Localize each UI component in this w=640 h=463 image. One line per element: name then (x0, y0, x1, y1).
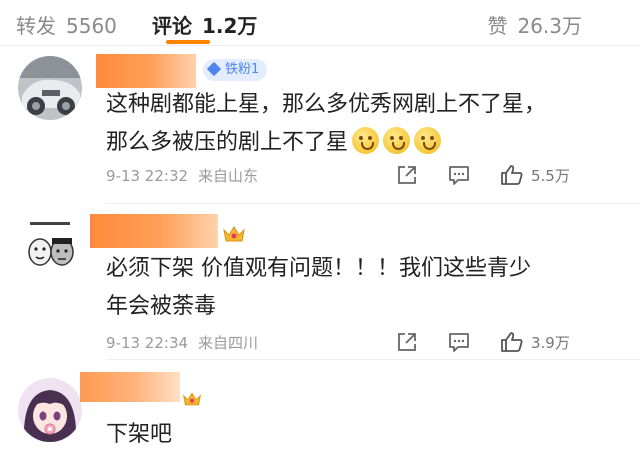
username-redacted[interactable] (90, 214, 218, 248)
comment-time: 9-13 22:34 (106, 334, 189, 352)
fan-badge: 铁粉1 (203, 59, 268, 81)
tab-repost-label: 转发 (16, 14, 56, 38)
comment-text: 这种剧都能上星，那么多优秀网剧上不了星， 那么多被压的剧上不了星 (106, 86, 586, 162)
username-redacted[interactable] (96, 54, 196, 88)
thumbs-up-icon[interactable] (500, 330, 524, 354)
comment-item: 必须下架 价值观有问题！！！我们这些青少 年会被荼毒 9-13 22:34 来自四… (0, 204, 640, 360)
avatar[interactable] (18, 378, 82, 442)
tab-repost[interactable]: 转发 5560 (16, 10, 117, 39)
avatar-meme-image (18, 214, 82, 278)
tab-like-label: 赞 (487, 14, 508, 38)
comment-item: 铁粉1 这种剧都能上星，那么多优秀网剧上不了星， 那么多被压的剧上不了星 9-1… (0, 46, 640, 204)
crown-icon (223, 226, 245, 242)
reply-icon[interactable] (448, 164, 470, 186)
comment-text-line: 下架吧 (106, 422, 173, 447)
avatar[interactable] (18, 56, 82, 120)
grin-emoji-icon (414, 127, 442, 154)
tab-comment[interactable]: 评论 1.2万 (152, 10, 257, 39)
comment-location: 来自山东 (198, 167, 259, 185)
comment-text: 下架吧 (106, 416, 586, 454)
grin-emoji-icon (352, 127, 380, 154)
username-redacted[interactable] (80, 372, 180, 402)
tab-comment-count: 1.2万 (202, 14, 258, 38)
like-count: 5.5万 (531, 167, 570, 185)
fan-badge-label: 铁粉1 (225, 62, 260, 77)
like-count: 3.9万 (531, 334, 570, 352)
tab-repost-count: 5560 (66, 14, 117, 38)
share-icon[interactable] (396, 164, 418, 186)
comment-time: 9-13 22:32 (106, 167, 189, 185)
comment-item: 下架吧 (0, 360, 640, 463)
diamond-icon (206, 61, 222, 77)
avatar-car-image (18, 56, 82, 120)
active-tab-indicator (166, 40, 210, 44)
comment-meta: 9-13 22:34 来自四川 (106, 332, 258, 353)
thumbs-up-icon[interactable] (500, 163, 524, 187)
tab-like[interactable]: 赞 26.3万 (487, 10, 582, 39)
avatar-anime-image (18, 378, 82, 442)
comment-text-line: 这种剧都能上星，那么多优秀网剧上不了星， (106, 92, 547, 117)
comment-text-line: 年会被荼毒 (106, 294, 217, 319)
tab-like-count: 26.3万 (517, 14, 582, 38)
avatar[interactable] (18, 214, 82, 278)
crown-icon (183, 392, 201, 406)
comment-location: 来自四川 (198, 334, 259, 352)
grin-emoji-icon (383, 127, 411, 154)
share-icon[interactable] (396, 331, 418, 353)
reply-icon[interactable] (448, 331, 470, 353)
tab-comment-label: 评论 (152, 14, 192, 38)
comment-text-line: 必须下架 价值观有问题！！！我们这些青少 (106, 256, 531, 281)
comment-meta: 9-13 22:32 来自山东 (106, 165, 258, 186)
comment-tabs: 转发 5560 评论 1.2万 赞 26.3万 (0, 0, 640, 46)
comment-text-line: 那么多被压的剧上不了星 (106, 130, 349, 155)
comment-text-line-wrap: 那么多被压的剧上不了星 (106, 124, 586, 162)
comment-text: 必须下架 价值观有问题！！！我们这些青少 年会被荼毒 (106, 250, 586, 326)
